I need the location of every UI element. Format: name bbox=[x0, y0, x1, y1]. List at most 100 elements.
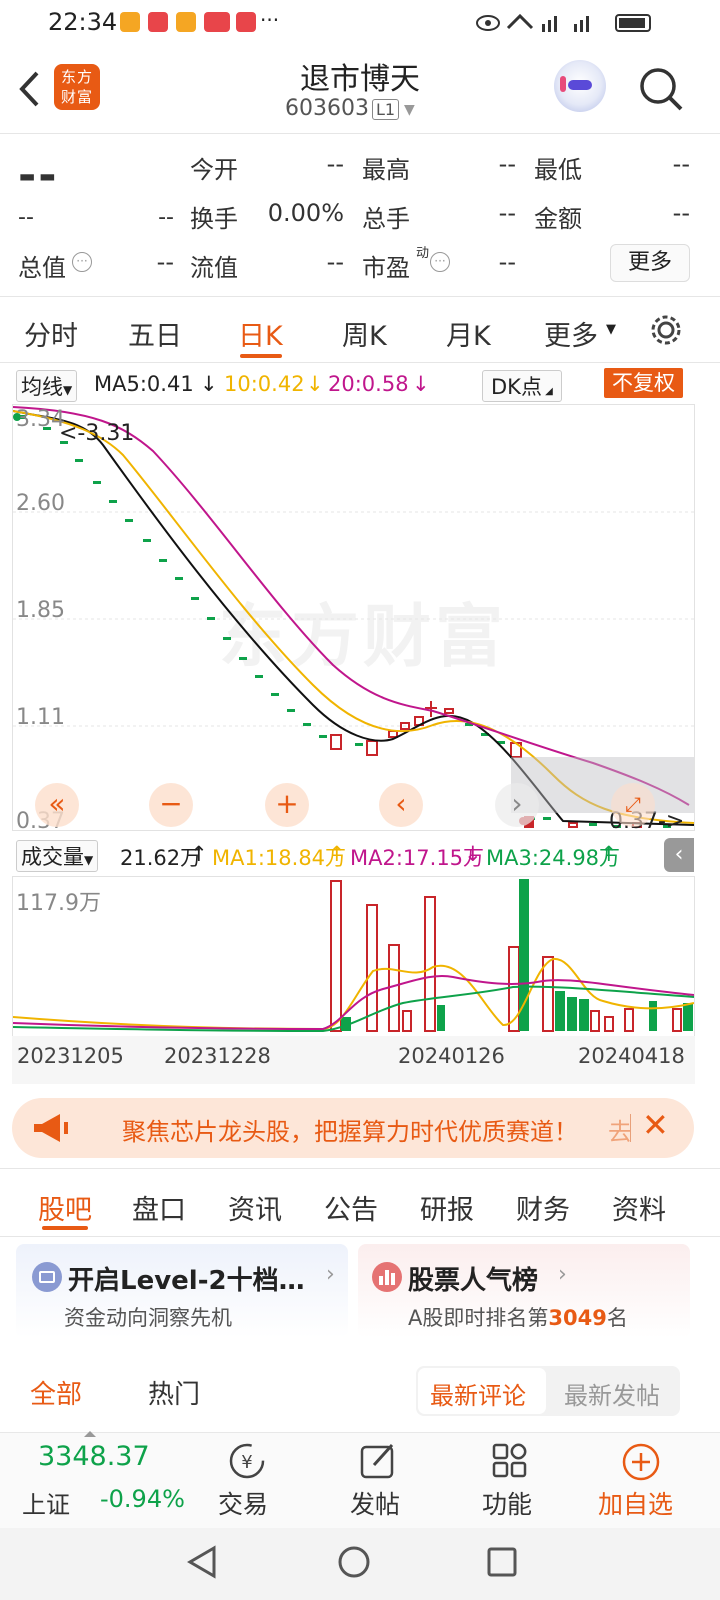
shop-notif-icon bbox=[148, 12, 168, 32]
collapse-panel-icon[interactable]: ‹ bbox=[664, 838, 694, 872]
date-tick-2: 20231228 bbox=[164, 1044, 271, 1068]
trade-label: 交易 bbox=[218, 1490, 269, 1519]
status-bar: 22:34 ··· bbox=[0, 0, 720, 44]
tab-daily-k[interactable]: 日K bbox=[238, 314, 283, 353]
ma5-legend: MA5:0.41 bbox=[94, 372, 194, 396]
market-cap-value: -- bbox=[156, 248, 174, 276]
promo-go: 去 bbox=[608, 1118, 632, 1146]
tab-financials[interactable]: 财务 bbox=[516, 1188, 570, 1227]
ma20-line bbox=[13, 406, 690, 806]
down-arrow-icon: ↓ bbox=[306, 372, 324, 396]
kline-chart[interactable]: 东方财富 3.34 2.60 1.85 1.11 0.37 <-3.31 « −… bbox=[12, 404, 695, 834]
system-nav-bar bbox=[0, 1528, 720, 1600]
high-value: -- bbox=[498, 150, 516, 178]
ma20-legend: 20:0.58 bbox=[328, 372, 409, 396]
tab-forum[interactable]: 股吧 bbox=[38, 1188, 92, 1227]
search-icon[interactable] bbox=[638, 66, 684, 112]
svg-text:¥: ¥ bbox=[241, 1452, 252, 1473]
functions-label: 功能 bbox=[482, 1490, 533, 1519]
scroll-right-icon[interactable]: › bbox=[495, 783, 539, 827]
tab-profile[interactable]: 资料 bbox=[612, 1188, 666, 1227]
weibo-notif-icon bbox=[120, 12, 140, 32]
chevron-down-icon[interactable]: ▼ bbox=[404, 102, 415, 118]
ma-selector[interactable]: 均线▼ bbox=[16, 370, 78, 402]
volume-selector[interactable]: 成交量▼ bbox=[16, 840, 99, 872]
dk-label: DK点 bbox=[491, 375, 542, 399]
tab-research[interactable]: 研报 bbox=[420, 1188, 474, 1227]
more-notif-icon: ··· bbox=[260, 8, 280, 32]
tab-announcements[interactable]: 公告 bbox=[324, 1188, 378, 1227]
volume-selector-label: 成交量 bbox=[21, 845, 84, 869]
volume-chart[interactable]: 117.9万 bbox=[12, 876, 695, 1038]
dk-point-selector[interactable]: DK点 ◢ bbox=[482, 370, 562, 402]
header-divider bbox=[0, 133, 720, 134]
up-volume-bars bbox=[330, 880, 682, 1032]
tab-five-day[interactable]: 五日 bbox=[128, 314, 182, 353]
index-value[interactable]: 3348.37 bbox=[38, 1441, 150, 1472]
nav-add-watchlist[interactable]: 加自选 bbox=[598, 1439, 688, 1525]
add-circle-icon bbox=[622, 1443, 660, 1481]
system-home-icon[interactable] bbox=[336, 1544, 372, 1580]
open-value: -- bbox=[326, 150, 344, 178]
fullscreen-icon[interactable]: ⤢ bbox=[611, 783, 655, 827]
tabs2-divider bbox=[0, 1236, 720, 1237]
system-back-icon[interactable] bbox=[184, 1544, 220, 1580]
y-tick-3: 1.85 bbox=[16, 598, 65, 623]
app-notif-icon bbox=[236, 12, 256, 32]
info-icon[interactable]: ··· bbox=[72, 252, 92, 272]
tab-news[interactable]: 资讯 bbox=[228, 1188, 282, 1227]
sort-latest-comment[interactable]: 最新评论 bbox=[430, 1376, 526, 1411]
scroll-left-fast-icon[interactable]: « bbox=[35, 783, 79, 827]
promo-banner[interactable]: 聚焦芯片龙头股，把握算力时代优质赛道！ 去 ✕ bbox=[12, 1098, 694, 1158]
chevron-down-icon: ▼ bbox=[63, 383, 73, 397]
nav-trade[interactable]: ¥ 交易 bbox=[218, 1439, 278, 1525]
tab-weekly-k[interactable]: 周K bbox=[342, 314, 387, 353]
settings-gear-icon[interactable] bbox=[648, 312, 684, 348]
chevron-down-icon[interactable]: ▼ bbox=[606, 322, 616, 337]
info-icon[interactable]: ··· bbox=[430, 252, 450, 272]
index-change[interactable]: -0.94% bbox=[100, 1485, 185, 1513]
nav-post[interactable]: 发帖 bbox=[350, 1439, 410, 1525]
nav-functions[interactable]: 功能 bbox=[482, 1439, 542, 1525]
volume-value: -- bbox=[498, 199, 516, 227]
vol-ma1-legend: MA1:18.84万 bbox=[212, 846, 347, 870]
index-name[interactable]: 上证 bbox=[22, 1485, 70, 1520]
more-quote-button[interactable]: 更多 bbox=[610, 244, 690, 282]
filter-all[interactable]: 全部 bbox=[30, 1374, 82, 1411]
system-status-icons bbox=[476, 13, 651, 32]
tab-intraday[interactable]: 分时 bbox=[24, 314, 78, 353]
system-recents-icon[interactable] bbox=[484, 1544, 520, 1580]
zoom-in-icon[interactable]: + bbox=[265, 783, 309, 827]
tab-orderbook[interactable]: 盘口 bbox=[132, 1188, 186, 1227]
scroll-left-icon[interactable]: ‹ bbox=[379, 783, 423, 827]
level2-title: 开启Level-2十档… bbox=[68, 1266, 305, 1296]
close-icon[interactable]: ✕ bbox=[642, 1106, 669, 1144]
ranking-icon bbox=[372, 1262, 402, 1292]
y-tick-top: 3.34 bbox=[16, 407, 65, 432]
stock-name: 退市博天 bbox=[300, 62, 420, 97]
rank-number: 3049 bbox=[548, 1306, 607, 1330]
toutiao-notif-icon bbox=[204, 12, 230, 32]
pe-label: 市盈 bbox=[362, 254, 410, 282]
adjust-button[interactable]: 不复权 bbox=[604, 368, 683, 398]
last-price: -- bbox=[18, 150, 59, 201]
post-label: 发帖 bbox=[350, 1490, 401, 1519]
robot-assistant-avatar[interactable] bbox=[554, 60, 606, 112]
down-arrow-icon: ↓ bbox=[464, 842, 482, 866]
down-arrow-icon: ↓ bbox=[200, 372, 218, 396]
level2-card[interactable]: 开启Level-2十档… › 资金动向洞察先机 bbox=[16, 1244, 348, 1338]
filter-hot[interactable]: 热门 bbox=[148, 1374, 200, 1411]
date-tick-4: 20240418 bbox=[578, 1044, 685, 1068]
add-watchlist-label: 加自选 bbox=[598, 1490, 674, 1519]
quote-divider bbox=[0, 296, 720, 297]
bottom-nav: 3348.37 上证 -0.94% ¥ 交易 发帖 功能 加自选 bbox=[0, 1431, 720, 1529]
chevron-right-icon: › bbox=[558, 1262, 567, 1287]
sort-latest-post[interactable]: 最新发帖 bbox=[564, 1376, 660, 1411]
trade-icon: ¥ bbox=[229, 1443, 265, 1479]
volume-value: 21.62万 bbox=[120, 846, 202, 870]
popularity-card[interactable]: 股票人气榜 › A股即时排名第3049名 bbox=[358, 1244, 690, 1338]
zoom-out-icon[interactable]: − bbox=[149, 783, 193, 827]
tab-monthly-k[interactable]: 月K bbox=[446, 314, 491, 353]
volume-plot bbox=[13, 879, 694, 1033]
tab-more[interactable]: 更多 bbox=[544, 314, 598, 353]
